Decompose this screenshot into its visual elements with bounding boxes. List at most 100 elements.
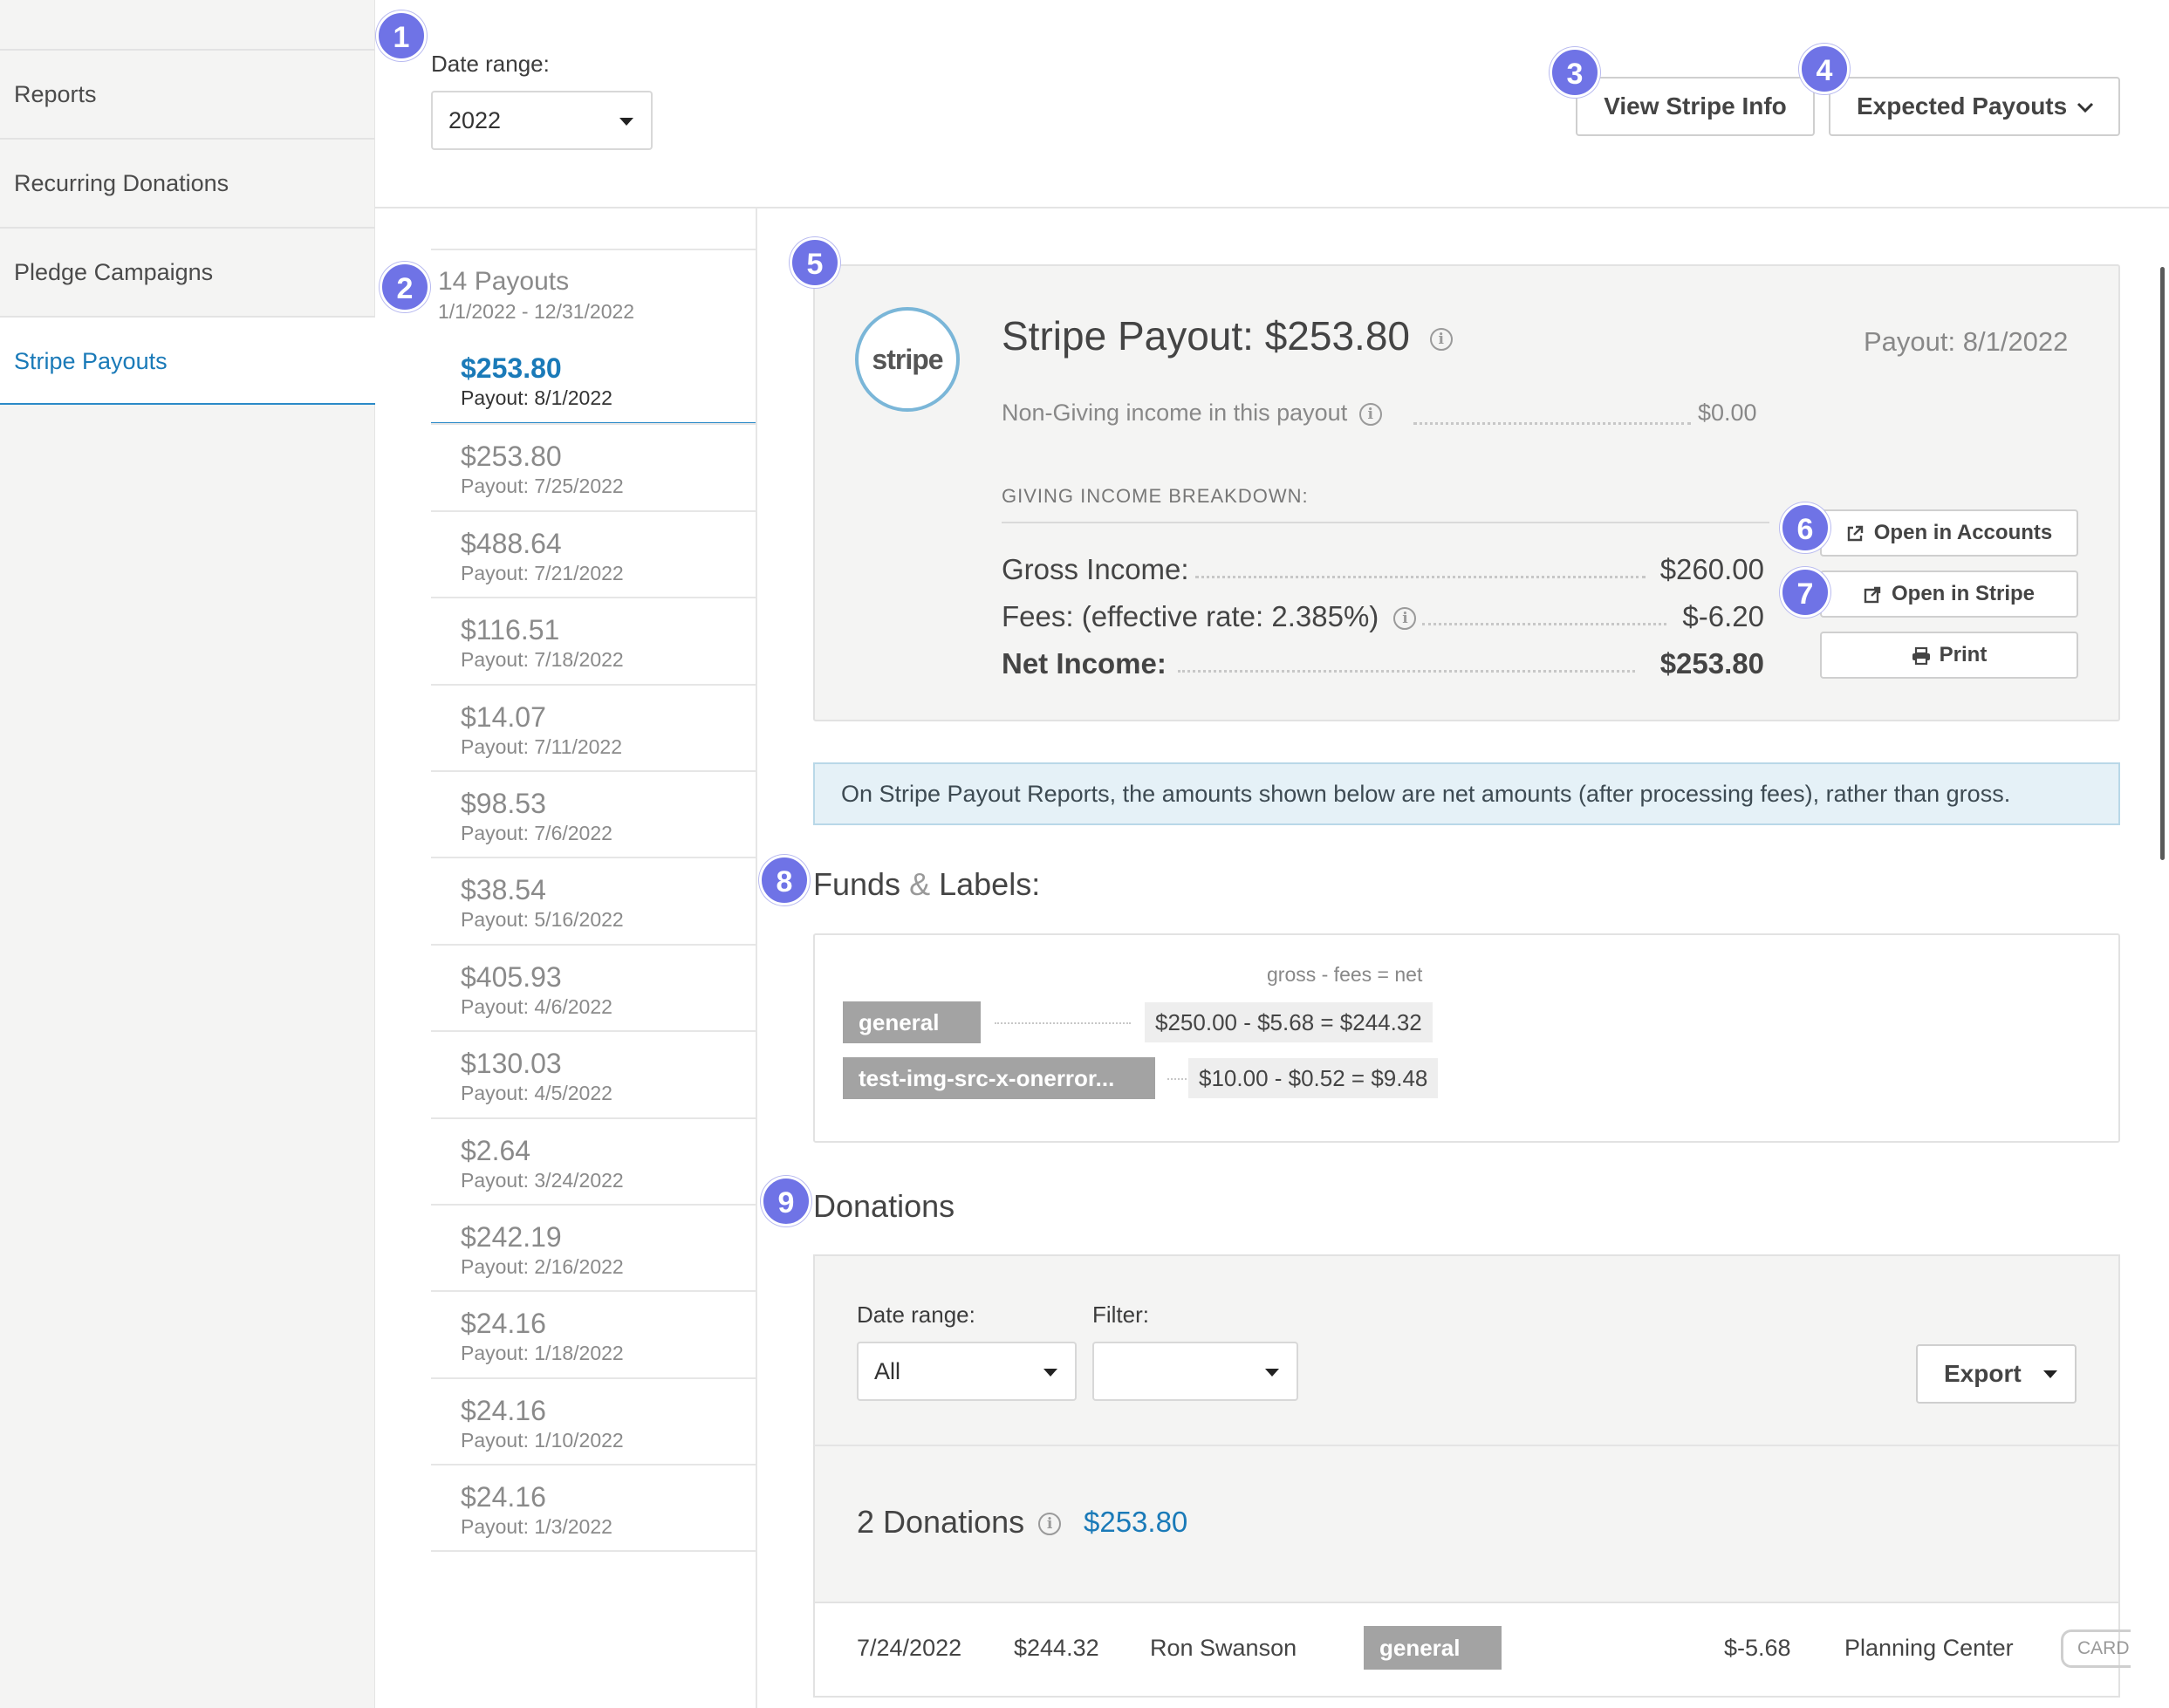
payout-date: Payout: 4/5/2022 — [461, 1082, 612, 1104]
non-giving-value: $0.00 — [1698, 400, 1757, 426]
annotation-badge-1: 1 — [376, 10, 427, 61]
fees-label-text: Fees: (effective rate: 2.385%) — [1002, 600, 1379, 632]
breakdown-divider — [1002, 522, 1769, 523]
non-giving-label-text: Non-Giving income in this payout — [1002, 400, 1348, 426]
info-icon[interactable]: i — [1038, 1513, 1062, 1536]
donations-title: Donations — [813, 1188, 955, 1224]
funds-title-b: Labels: — [939, 866, 1041, 902]
sidebar-item-stripe-payouts[interactable]: Stripe Payouts — [0, 316, 375, 405]
donation-fee: $-5.68 — [1724, 1635, 1791, 1661]
payout-list-item[interactable]: $242.19 Payout: 2/16/2022 — [431, 1204, 756, 1291]
payout-list-item[interactable]: $253.80 Payout: 8/1/2022 — [431, 337, 756, 424]
payout-amount: $488.64 — [461, 528, 562, 559]
external-link-icon — [1847, 525, 1863, 541]
fund-tag: general — [843, 1001, 981, 1043]
donations-filter-label: Filter: — [1092, 1301, 1149, 1328]
payout-amount: $38.54 — [461, 874, 546, 905]
info-icon[interactable]: i — [1429, 327, 1453, 351]
payout-date: Payout: 7/6/2022 — [461, 822, 612, 844]
printer-icon — [1912, 646, 1930, 665]
payout-list-item[interactable]: $116.51 Payout: 7/18/2022 — [431, 597, 756, 684]
fund-calculation: $250.00 - $5.68 = $244.32 — [1145, 1002, 1433, 1042]
payout-amount: $116.51 — [461, 614, 560, 646]
payout-list-item[interactable]: $98.53 Payout: 7/6/2022 — [431, 770, 756, 857]
payout-list-item[interactable]: $38.54 Payout: 5/16/2022 — [431, 857, 756, 944]
payout-date: Payout: 1/3/2022 — [461, 1515, 612, 1538]
donation-fund-tag: general — [1364, 1626, 1502, 1670]
payout-amount: $98.53 — [461, 788, 546, 819]
donations-date-range-value: All — [874, 1358, 901, 1384]
info-icon[interactable]: i — [1358, 402, 1382, 426]
donations-count-text: 2 Donations — [857, 1504, 1025, 1540]
payout-date: Payout: 8/1/2022 — [1864, 326, 2069, 357]
print-button[interactable]: Print — [1820, 632, 2078, 679]
export-dropdown[interactable]: Export — [1916, 1344, 2077, 1404]
open-in-accounts-button[interactable]: Open in Accounts — [1820, 509, 2078, 557]
payout-amount: $2.64 — [461, 1135, 531, 1166]
external-link-icon — [1864, 586, 1881, 603]
fund-tag: test-img-src-x-onerror... — [843, 1057, 1155, 1099]
payout-date: Payout: 5/16/2022 — [461, 908, 624, 931]
non-giving-label: Non-Giving income in this payout i — [1002, 400, 1382, 427]
date-range-label: Date range: — [431, 51, 550, 77]
expected-payouts-dropdown[interactable]: Expected Payouts — [1829, 77, 2120, 136]
expected-payouts-label: Expected Payouts — [1857, 92, 2068, 120]
donations-count: 2 Donations i — [857, 1504, 1062, 1541]
fees-label: Fees: (effective rate: 2.385%) i — [1002, 600, 1417, 633]
info-icon[interactable]: i — [1393, 607, 1417, 631]
sidebar-item-reports[interactable]: Reports — [0, 49, 375, 138]
annotation-badge-5: 5 — [790, 237, 840, 288]
payout-date: Payout: 7/18/2022 — [461, 648, 624, 671]
funds-title-amp: & — [909, 866, 931, 902]
open-in-stripe-button[interactable]: Open in Stripe — [1820, 570, 2078, 618]
view-stripe-info-button[interactable]: View Stripe Info — [1576, 77, 1815, 136]
payout-date: Payout: 8/1/2022 — [461, 386, 612, 409]
payout-amount: $253.80 — [461, 352, 562, 384]
payout-amount: $405.93 — [461, 961, 562, 993]
date-range-select[interactable]: 2022 — [431, 91, 653, 150]
payout-list-item[interactable]: $2.64 Payout: 3/24/2022 — [431, 1117, 756, 1205]
chevron-down-icon — [2077, 102, 2094, 113]
donation-donor[interactable]: Ron Swanson — [1150, 1635, 1297, 1662]
payout-list-item[interactable]: $253.80 Payout: 7/25/2022 — [431, 423, 756, 510]
payout-date: Payout: 1/18/2022 — [461, 1342, 624, 1364]
donations-date-range-select[interactable]: All — [857, 1342, 1077, 1401]
funds-formula-hint: gross - fees = net — [1267, 963, 1423, 986]
payout-list-item[interactable]: $14.07 Payout: 7/11/2022 — [431, 684, 756, 771]
giving-breakdown-label: GIVING INCOME BREAKDOWN: — [1002, 485, 1309, 507]
dotted-leader — [1167, 1078, 1187, 1080]
payout-amount: $130.03 — [461, 1048, 562, 1079]
sidebar-item-pledge-campaigns[interactable]: Pledge Campaigns — [0, 227, 375, 316]
caret-down-icon — [1043, 1369, 1057, 1377]
payout-amount: $24.16 — [461, 1308, 546, 1339]
payout-list-item[interactable]: $24.16 Payout: 1/3/2022 — [431, 1464, 756, 1551]
payout-list-item[interactable]: $24.16 Payout: 1/10/2022 — [431, 1377, 756, 1465]
donations-filter-select[interactable] — [1092, 1342, 1298, 1401]
list-top-rule — [431, 249, 756, 250]
caret-down-icon — [619, 118, 633, 126]
sidebar-item-recurring-donations[interactable]: Recurring Donations — [0, 138, 375, 227]
payout-list-item[interactable]: $24.16 Payout: 1/18/2022 — [431, 1290, 756, 1377]
payout-list-item[interactable]: $488.64 Payout: 7/21/2022 — [431, 510, 756, 598]
payout-list-item[interactable]: $130.03 Payout: 4/5/2022 — [431, 1030, 756, 1117]
payout-date: Payout: 1/10/2022 — [461, 1429, 624, 1452]
payout-date: Payout: 3/24/2022 — [461, 1169, 624, 1192]
net-amounts-alert: On Stripe Payout Reports, the amounts sh… — [813, 762, 2120, 825]
print-label: Print — [1939, 643, 1988, 666]
funds-title-a: Funds — [813, 866, 901, 902]
donation-amount: $244.32 — [1014, 1635, 1099, 1661]
annotation-badge-2: 2 — [380, 262, 430, 312]
payout-amount: $14.07 — [461, 701, 546, 733]
export-label: Export — [1944, 1360, 2022, 1387]
stripe-logo: stripe — [855, 307, 960, 412]
caret-down-icon — [1265, 1369, 1279, 1377]
donations-date-range-label: Date range: — [857, 1301, 975, 1328]
payout-list-item[interactable]: $405.93 Payout: 4/6/2022 — [431, 944, 756, 1031]
annotation-badge-9: 9 — [761, 1176, 811, 1226]
donation-date: 7/24/2022 — [857, 1635, 962, 1661]
scrollbar-thumb[interactable] — [2160, 267, 2165, 860]
annotation-badge-4: 4 — [1799, 44, 1850, 94]
date-range-value: 2022 — [448, 107, 502, 133]
caret-down-icon — [2043, 1370, 2057, 1378]
payout-date: Payout: 2/16/2022 — [461, 1255, 624, 1278]
